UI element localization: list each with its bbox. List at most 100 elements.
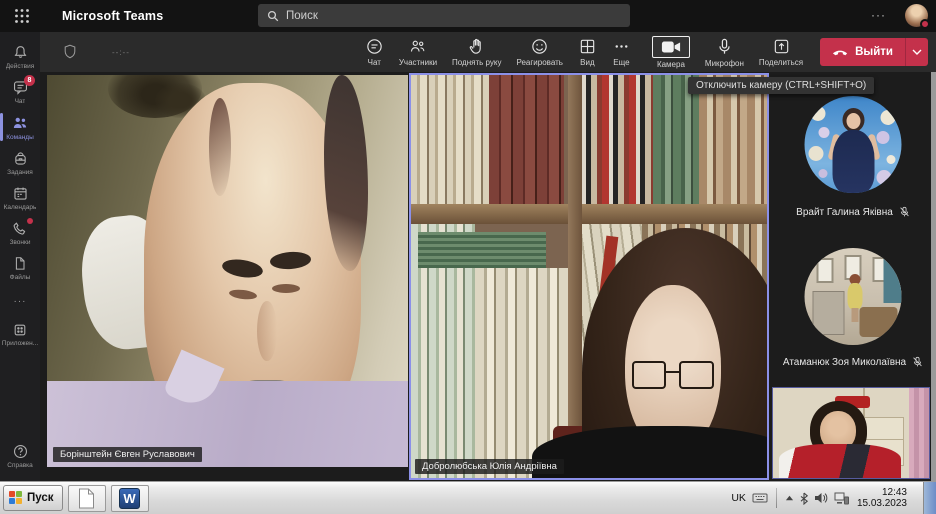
react-button[interactable]: Реагировать [510, 35, 568, 69]
chat-unread-badge: 8 [24, 75, 35, 86]
help-circle-icon [12, 443, 29, 460]
teams-window: Microsoft Teams Поиск ··· Действия 8 Чат… [0, 0, 936, 514]
video-tile-2-nameplate: Добролюбська Юлія Андріївна [415, 459, 564, 474]
sidebar-item-chat[interactable]: 8 Чат [0, 74, 40, 109]
taskbar-word-button[interactable]: W [111, 485, 149, 512]
raise-hand-button[interactable]: Поднять руку [446, 35, 507, 69]
mic-off-icon [899, 206, 910, 218]
sidebar-item-label: Файлы [10, 274, 31, 281]
people-icon [408, 37, 428, 56]
sidebar-item-teams[interactable]: Команды [0, 109, 40, 145]
clock-date: 15.03.2023 [857, 498, 907, 509]
more-dots-icon [612, 37, 631, 56]
system-tray: UK 12:43 15.03.2023 [731, 482, 936, 514]
windows-taskbar: Пуск W UK 12:43 15.03.2023 [0, 481, 936, 514]
panel-scrollbar[interactable] [931, 72, 936, 481]
flowers-graphic [811, 106, 826, 121]
sidebar-item-label: Задания [7, 169, 33, 176]
participants-button[interactable]: Участники [393, 35, 443, 69]
start-button[interactable]: Пуск [3, 485, 63, 511]
bluetooth-icon[interactable] [800, 492, 808, 505]
phone-icon [12, 220, 29, 237]
app-launcher-icon[interactable] [14, 8, 30, 24]
speaker-icon[interactable] [814, 492, 828, 504]
sidebar-item-label: Команды [6, 134, 34, 141]
video-tile-1[interactable]: Борінштейн Євген Руславович [47, 75, 408, 467]
camera-button[interactable]: Камера [646, 34, 696, 71]
share-button[interactable]: Поделиться [753, 35, 809, 69]
user-avatar[interactable] [905, 4, 928, 27]
sidebar-item-label: Звонки [10, 239, 31, 246]
hangup-icon [832, 48, 848, 56]
sidebar-item-calendar[interactable]: Календарь [0, 180, 40, 215]
meeting-controls: Чат Участники Поднять руку Реагировать В… [359, 32, 928, 72]
more-actions-button[interactable]: Еще [606, 35, 637, 69]
teams-icon [11, 114, 29, 132]
show-desktop-button[interactable] [923, 482, 936, 514]
search-placeholder: Поиск [286, 10, 318, 22]
blank-document-icon [78, 488, 95, 509]
clock-time: 12:43 [857, 487, 907, 498]
sidebar-item-assignments[interactable]: Задания [0, 145, 40, 180]
taskbar-document-button[interactable] [68, 485, 106, 512]
network-icon[interactable] [834, 492, 849, 505]
mic-off-icon [912, 356, 923, 368]
language-indicator[interactable]: UK [731, 492, 746, 504]
participant-avatar-1[interactable] [805, 96, 902, 193]
participants-panel: Врайт Галина Яківна Атаманюк Зоя Миколаї… [770, 72, 936, 481]
video-tile-2[interactable]: Добролюбська Юлія Андріївна [409, 73, 769, 480]
titlebar-more-icon[interactable]: ··· [871, 8, 886, 22]
sidebar-item-files[interactable]: Файлы [0, 250, 40, 285]
participant-name-2: Атаманюк Зоя Миколаївна [770, 356, 936, 368]
taskbar-clock[interactable]: 12:43 15.03.2023 [857, 487, 907, 509]
sidebar-item-label: Приложен... [2, 340, 38, 347]
hidden-icons-arrow[interactable] [785, 494, 794, 503]
smiley-icon [530, 37, 549, 56]
sidebar-item-calls[interactable]: Звонки [0, 215, 40, 250]
search-input[interactable]: Поиск [258, 4, 630, 27]
sidebar-item-apps[interactable]: Приложен... [0, 317, 40, 351]
file-icon [12, 255, 28, 272]
sidebar-item-label: Чат [15, 98, 26, 105]
participant-name-1: Врайт Галина Яківна [770, 206, 936, 218]
meeting-timer: --:-- [112, 48, 130, 57]
view-grid-icon [578, 37, 597, 56]
meeting-toolbar: --:-- Чат Участники Поднять руку Реагиро… [40, 32, 936, 72]
view-button[interactable]: Вид [572, 35, 603, 69]
sidebar-item-label: Календарь [4, 204, 37, 211]
sidebar-item-help[interactable]: Справка [0, 438, 40, 473]
video-tile-1-nameplate: Борінштейн Євген Руславович [53, 447, 202, 462]
calendar-icon [12, 185, 29, 202]
sidebar-item-activity[interactable]: Действия [0, 39, 40, 74]
leave-options-chevron[interactable] [905, 38, 928, 66]
bell-icon [12, 44, 29, 61]
apps-grid-icon [12, 322, 28, 338]
chat-button[interactable]: Чат [359, 35, 390, 69]
keyboard-icon[interactable] [752, 492, 768, 504]
bookshelf-graphic [411, 75, 489, 208]
app-sidebar: Действия 8 Чат Команды Задания Календарь… [0, 32, 40, 481]
raise-hand-icon [467, 37, 486, 56]
search-icon [267, 10, 279, 22]
camera-icon [652, 36, 690, 58]
curtain-graphic [909, 388, 929, 478]
busy-status-badge [920, 19, 930, 29]
more-dots-icon: ··· [14, 290, 27, 313]
microphone-button[interactable]: Микрофон [699, 35, 750, 70]
calls-notification-dot [27, 218, 33, 224]
title-bar: Microsoft Teams Поиск ··· [0, 0, 936, 32]
video-tile-3[interactable] [772, 387, 930, 479]
camera-tooltip: Отключить камеру (CTRL+SHIFT+O) [688, 77, 874, 94]
sidebar-item-more[interactable]: ··· [0, 285, 40, 317]
participant-2-glasses [632, 361, 714, 389]
participant-3-shirt [779, 444, 901, 479]
windows-logo-icon [9, 491, 23, 505]
meeting-stage: Борінштейн Євген Руславович Добролюб [40, 72, 936, 481]
participant-avatar-2[interactable] [805, 248, 902, 345]
backpack-icon [12, 150, 29, 167]
sidebar-item-label: Справка [7, 462, 33, 469]
app-title: Microsoft Teams [62, 9, 163, 23]
leave-button[interactable]: Выйти [820, 38, 928, 66]
certificates-graphic [817, 258, 834, 283]
chat-bubble-icon [365, 37, 384, 56]
